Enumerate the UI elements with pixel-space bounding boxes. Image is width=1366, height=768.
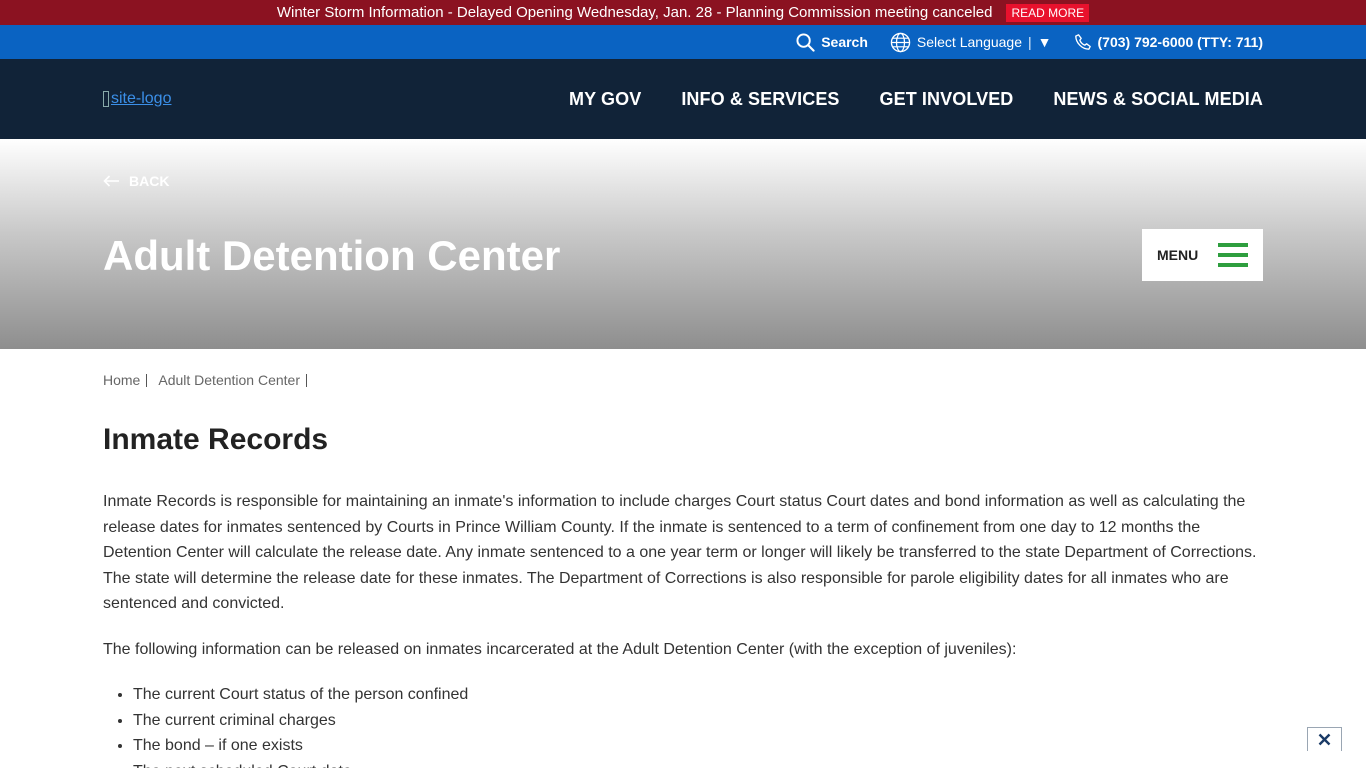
language-selector[interactable]: Select Language | ▼ bbox=[890, 32, 1052, 53]
read-more-link[interactable]: READ MORE bbox=[1006, 3, 1090, 22]
nav-links: MY GOV INFO & SERVICES GET INVOLVED NEWS… bbox=[529, 89, 1263, 110]
section-menu-button[interactable]: MENU bbox=[1142, 229, 1263, 281]
search-icon bbox=[796, 32, 815, 52]
arrow-left-icon bbox=[103, 175, 119, 187]
list-item: The next scheduled Court date bbox=[133, 759, 1263, 768]
nav-news-social-media[interactable]: NEWS & SOCIAL MEDIA bbox=[1053, 89, 1263, 110]
breadcrumb-home[interactable]: Home bbox=[103, 372, 140, 388]
close-icon bbox=[1318, 733, 1331, 746]
alert-bar: Winter Storm Information - Delayed Openi… bbox=[0, 0, 1366, 25]
release-info-paragraph: The following information can be release… bbox=[103, 640, 1017, 658]
globe-icon bbox=[890, 32, 911, 52]
page-title: Adult Detention Center bbox=[103, 232, 561, 279]
close-button[interactable] bbox=[1307, 727, 1342, 751]
hamburger-icon bbox=[1218, 243, 1248, 267]
chevron-down-icon: ▼ bbox=[1037, 34, 1052, 50]
search-label: Search bbox=[821, 34, 868, 50]
phone-number: (703) 792-6000 (TTY: 711) bbox=[1097, 34, 1264, 50]
language-separator: | bbox=[1028, 34, 1032, 50]
nav-my-gov[interactable]: MY GOV bbox=[569, 89, 641, 110]
search-button[interactable]: Search bbox=[796, 32, 868, 52]
back-link[interactable]: BACK bbox=[103, 173, 169, 189]
breadcrumb-separator bbox=[146, 373, 148, 387]
phone-icon bbox=[1074, 34, 1091, 50]
main-content: Home Adult Detention Center Inmate Recor… bbox=[0, 372, 1366, 768]
nav-info-services[interactable]: INFO & SERVICES bbox=[681, 89, 839, 110]
alert-text: Winter Storm Information - Delayed Openi… bbox=[276, 4, 993, 21]
breadcrumb-separator bbox=[306, 373, 307, 387]
menu-label: MENU bbox=[1157, 247, 1199, 263]
phone-link[interactable]: (703) 792-6000 (TTY: 711) bbox=[1074, 33, 1264, 51]
list-item: The current Court status of the person c… bbox=[133, 682, 1263, 708]
nav-get-involved[interactable]: GET INVOLVED bbox=[880, 89, 1014, 110]
utility-bar: Search Select Language | ▼ (703) 792-600… bbox=[0, 25, 1366, 59]
logo-alt-text: site-logo bbox=[111, 90, 172, 107]
site-logo[interactable]: site-logo bbox=[103, 90, 171, 108]
breadcrumb: Home Adult Detention Center bbox=[103, 372, 1263, 388]
section-heading: Inmate Records bbox=[103, 423, 329, 456]
intro-paragraph: Inmate Records is responsible for mainta… bbox=[103, 493, 1257, 612]
main-navigation: site-logo MY GOV INFO & SERVICES GET INV… bbox=[0, 59, 1366, 139]
breadcrumb-adult-detention-center[interactable]: Adult Detention Center bbox=[158, 372, 300, 388]
list-item: The bond – if one exists bbox=[133, 733, 1263, 759]
back-label: BACK bbox=[129, 173, 170, 189]
hero-banner: BACK Adult Detention Center MENU bbox=[0, 139, 1366, 349]
list-item: The current criminal charges bbox=[133, 708, 1263, 734]
release-info-list: The current Court status of the person c… bbox=[133, 682, 1263, 768]
language-label: Select Language bbox=[916, 34, 1022, 50]
broken-image-icon bbox=[103, 91, 109, 107]
